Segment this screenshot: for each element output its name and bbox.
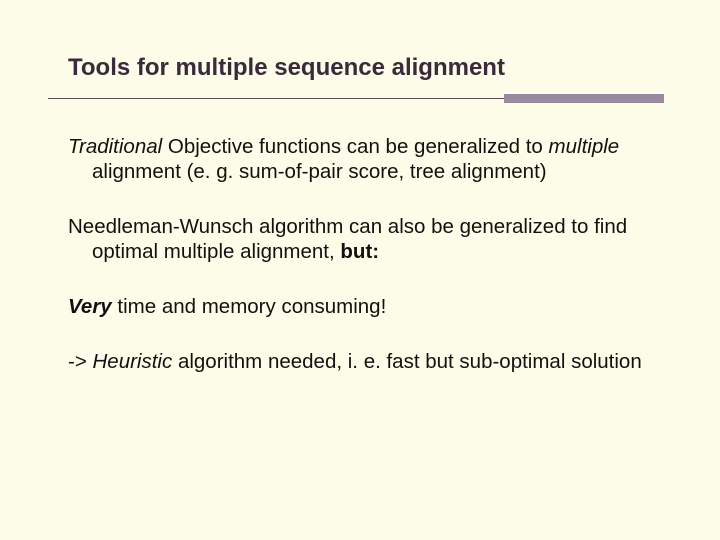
text-italic: Heuristic [93, 350, 173, 373]
slide-title: Tools for multiple sequence alignment [68, 54, 660, 82]
text: algorithm needed, i. e. fast but sub-opt… [172, 350, 642, 373]
paragraph-4: -> Heuristic algorithm needed, i. e. fas… [68, 349, 660, 374]
paragraph-1: Traditional Objective functions can be g… [68, 134, 660, 184]
paragraph-2: Needleman-Wunsch algorithm can also be g… [68, 214, 660, 264]
text: -> [68, 350, 93, 373]
text: Objective functions can be generalized t… [162, 135, 548, 158]
rule-thick [504, 94, 664, 103]
title-rule [68, 92, 660, 104]
text-bold: but: [340, 240, 379, 263]
text: time and memory consuming! [112, 295, 387, 318]
slide: Tools for multiple sequence alignment Tr… [0, 0, 720, 540]
text-bold-italic: Very [68, 295, 112, 318]
text-italic: Traditional [68, 135, 162, 158]
paragraph-3: Very time and memory consuming! [68, 294, 660, 319]
text-italic: multiple [549, 135, 620, 158]
text: alignment (e. g. sum-of-pair score, tree… [92, 160, 547, 183]
